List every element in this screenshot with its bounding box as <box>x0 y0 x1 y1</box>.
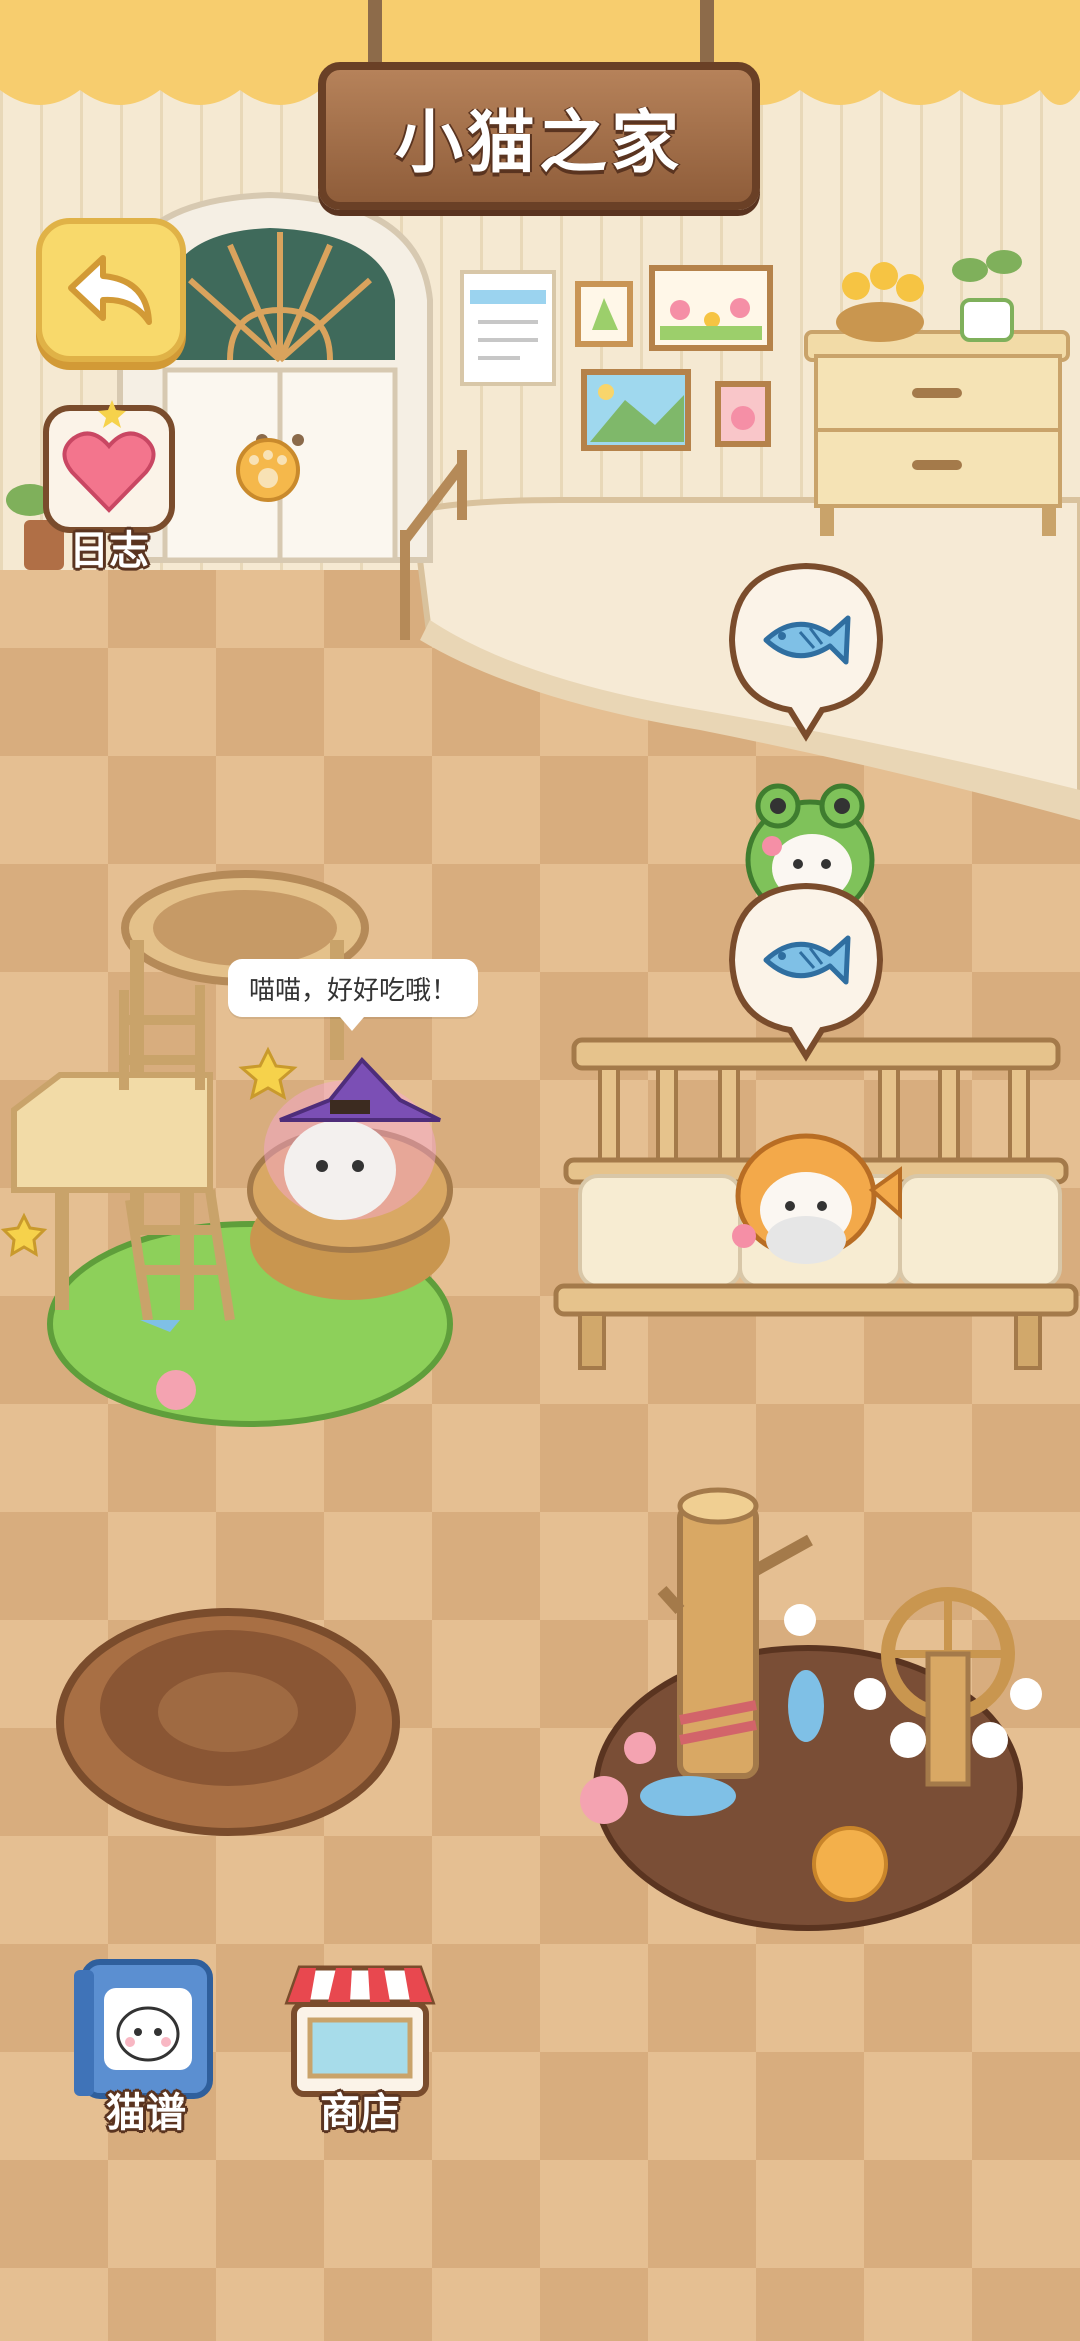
wall-note <box>460 270 556 386</box>
fish-request-bubble-2[interactable] <box>726 880 886 1070</box>
title-sign: 小猫之家 <box>318 62 760 210</box>
back-arrow-icon <box>68 255 152 325</box>
journal-button[interactable]: 日志 <box>34 392 184 574</box>
cat-speech-bubble: 喵喵，好好吃哦！ <box>228 959 478 1031</box>
shop-button[interactable]: 商店 <box>280 1960 440 2142</box>
back-button[interactable] <box>36 218 186 362</box>
fish-icon <box>728 562 884 742</box>
fish-icon <box>728 882 884 1062</box>
fish-request-bubble-1[interactable] <box>726 560 886 750</box>
woven-cat-bed <box>56 1608 400 1836</box>
picture-frame-cat <box>715 381 771 447</box>
shop-store-icon <box>284 1965 436 2097</box>
journal-label: 日志 <box>69 528 149 574</box>
cat-catalog-label: 猫谱 <box>106 2090 186 2136</box>
shop-label: 商店 <box>320 2090 400 2136</box>
page-title: 小猫之家 <box>394 103 683 183</box>
picture-frame-landscape <box>581 369 691 451</box>
paw-sign-icon <box>236 438 300 502</box>
cat-catalog-button[interactable]: 猫谱 <box>66 1952 226 2142</box>
picture-frame-1 <box>575 281 633 347</box>
picture-frame-flowers <box>649 265 773 351</box>
dresser <box>804 330 1070 536</box>
